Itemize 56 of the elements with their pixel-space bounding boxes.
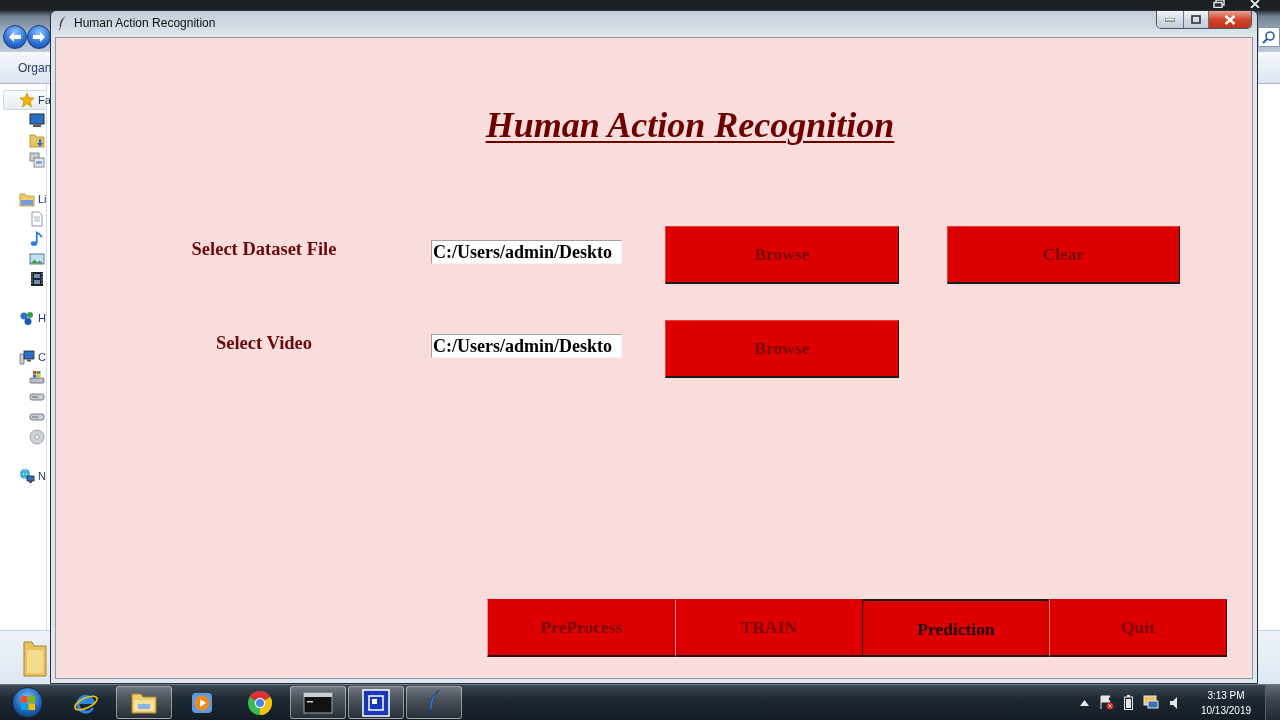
nav-item[interactable]: H (3, 308, 46, 328)
window-title: Human Action Recognition (74, 16, 216, 30)
field-label: Select Video (215, 333, 313, 353)
search-field[interactable] (1259, 27, 1280, 47)
path-field[interactable]: C:/Users/admin/Deskto (431, 334, 622, 358)
clock[interactable]: 3:13 PM 10/13/2019 (1197, 687, 1255, 718)
folder-icon (19, 191, 35, 207)
play-icon (190, 690, 214, 715)
music-note-icon (29, 231, 45, 247)
close-button[interactable] (1208, 11, 1251, 28)
taskbar-button[interactable] (348, 686, 404, 719)
monitor-icon (29, 112, 45, 128)
nav-item[interactable]: N (3, 466, 46, 486)
tricolor-circle-icon (246, 688, 274, 717)
restore-icon (1213, 0, 1225, 8)
star-icon (19, 92, 35, 108)
battery-icon (1124, 695, 1133, 710)
up-arrow-icon (1080, 699, 1089, 706)
nav-item[interactable]: Li (3, 189, 46, 209)
picture-icon (29, 251, 45, 267)
monitor-icon (1143, 695, 1159, 710)
path-field[interactable]: C:/Users/admin/Deskto (431, 240, 622, 264)
squares-icon (362, 688, 390, 717)
close-icon (1249, 0, 1261, 8)
search-icon (1262, 30, 1276, 44)
start-button[interactable] (12, 687, 43, 718)
minimize-icon (1165, 17, 1175, 22)
maximize-icon (1191, 15, 1201, 24)
feather-icon (426, 688, 442, 717)
forward-button[interactable] (27, 25, 51, 49)
folder-icon (130, 690, 158, 715)
taskbar-button[interactable] (116, 686, 172, 719)
folder-download-icon (29, 132, 45, 148)
action-button[interactable]: Prediction (862, 599, 1049, 657)
computer-icon (19, 349, 35, 365)
close-icon (1224, 14, 1236, 25)
pages-icon (29, 152, 45, 168)
clock-time: 3:13 PM (1207, 688, 1245, 703)
drive-icon (29, 369, 45, 385)
back-button[interactable] (3, 25, 27, 49)
field-label: Select Dataset File (191, 239, 337, 259)
maximize-button[interactable] (1183, 11, 1208, 28)
clock-date: 10/13/2019 (1200, 703, 1252, 718)
nav-item[interactable]: C (3, 347, 46, 367)
left-arrow-icon (8, 31, 22, 43)
four-pane-logo-icon (19, 694, 36, 711)
terminal-icon (303, 691, 333, 714)
flag-icon (1099, 695, 1114, 710)
show-desktop-button[interactable] (1265, 685, 1280, 720)
orbs-icon (19, 310, 35, 326)
app-heading: Human Action Recognition (485, 105, 895, 145)
taskbar-button[interactable] (406, 686, 462, 719)
network-icon (19, 468, 35, 484)
feather-icon (58, 16, 67, 30)
taskbar-button[interactable] (290, 686, 346, 719)
right-arrow-icon (32, 31, 46, 43)
